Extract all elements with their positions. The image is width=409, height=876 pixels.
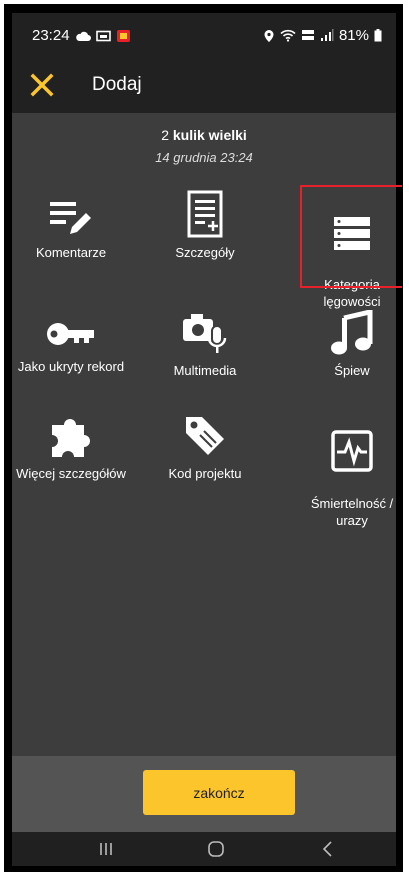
tile-spiew[interactable]: Śpiew <box>292 310 402 379</box>
document-add-icon <box>187 190 223 238</box>
signal-icon <box>320 29 334 41</box>
tile-multimedia[interactable]: Multimedia <box>145 310 265 379</box>
location-icon <box>264 29 274 42</box>
volte-lte-icon <box>301 30 314 40</box>
battery-level: 81% <box>338 27 369 44</box>
status-left: 23:24 <box>32 27 131 44</box>
tile-wiecej-szczegolow[interactable]: Więcej szczegółów <box>11 413 131 482</box>
tile-label: Kod projektu <box>168 466 242 481</box>
tile-jako-ukryty-rekord[interactable]: Jako ukryty rekord <box>11 316 131 375</box>
tile-label: Szczegóły <box>175 245 235 260</box>
comment-edit-icon <box>50 202 91 234</box>
record-datetime: 14 grudnia 23:24 <box>155 150 253 165</box>
species-name: kulik wielki <box>172 127 247 143</box>
key-icon <box>47 323 94 345</box>
music-note-icon <box>331 310 373 355</box>
species-line: 2 kulik wielki <box>12 127 396 143</box>
app-toolbar: Dodaj <box>12 59 396 113</box>
phone-screen: 23:24 81% Dodaj 2 kulik wielki 14 grudni… <box>11 13 402 866</box>
tile-label: Komentarze <box>35 245 107 260</box>
page-title: Dodaj <box>92 74 142 95</box>
home-icon[interactable] <box>206 838 226 860</box>
bottom-action-area: zakończ <box>12 756 396 832</box>
app-notification-icon <box>116 29 130 42</box>
tile-komentarze[interactable]: Komentarze <box>11 198 131 261</box>
puzzle-icon <box>52 419 90 457</box>
tile-szczegoly[interactable]: Szczegóły <box>145 190 265 261</box>
cast-icon <box>95 30 111 41</box>
tile-label: Jako ukryty rekord <box>17 359 125 374</box>
clock: 23:24 <box>32 27 70 44</box>
finish-button[interactable]: zakończ <box>143 770 295 815</box>
status-right: 81% <box>263 27 382 44</box>
tile-label: Więcej szczegółów <box>16 466 126 481</box>
back-icon[interactable] <box>318 838 338 860</box>
status-bar: 23:24 81% <box>12 13 396 59</box>
tile-label: Śpiew <box>334 363 370 378</box>
wifi-icon <box>280 29 296 42</box>
recent-apps-icon[interactable] <box>96 838 116 860</box>
battery-icon <box>374 29 382 42</box>
cloud-icon <box>75 31 91 41</box>
system-nav-bar <box>12 832 396 866</box>
tile-label: Śmiertelność / urazy <box>310 496 394 528</box>
screenshot-frame: 23:24 81% Dodaj 2 kulik wielki 14 grudni… <box>4 4 403 872</box>
camera-mic-icon <box>183 314 227 353</box>
tag-icon <box>186 417 224 455</box>
close-icon[interactable] <box>28 71 56 99</box>
pulse-icon <box>331 430 373 472</box>
tile-kod-projektu[interactable]: Kod projektu <box>145 413 265 482</box>
tile-label: Multimedia <box>173 363 237 378</box>
record-count: 2 <box>161 127 169 143</box>
selection-highlight <box>300 185 402 288</box>
tile-smiertelnosc-urazy[interactable]: Śmiertelność / urazy <box>292 413 402 546</box>
